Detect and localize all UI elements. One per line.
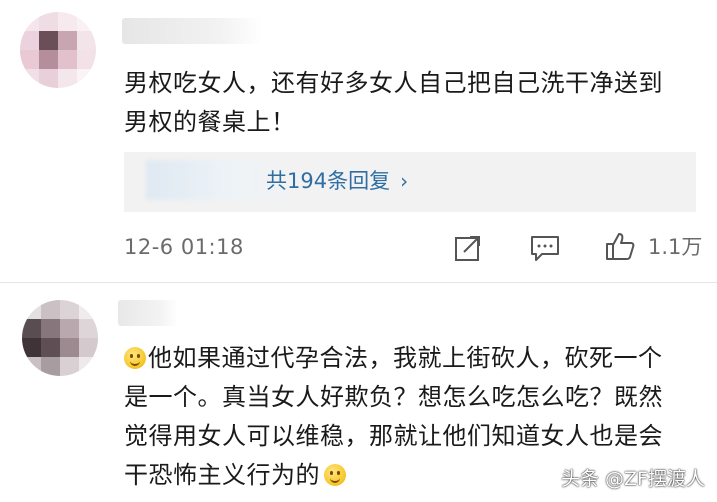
- comment-text: 男权吃女人，还有好多女人自己把自己洗干净送到 男权的餐桌上！: [124, 64, 663, 142]
- comment-timestamp: 12-6 01:18: [124, 235, 244, 259]
- smile-emoji: [124, 347, 146, 369]
- comment-line: 男权吃女人，还有好多女人自己把自己洗干净送到: [124, 69, 663, 97]
- comment-line: 是一个。真当女人好欺负？想怎么吃怎么吃？既然: [124, 383, 663, 411]
- watermark: 头条 @ZF摆渡人: [561, 468, 705, 490]
- reply-count-label: 共194条回复: [266, 169, 391, 193]
- username-redacted: [122, 18, 262, 44]
- like-count: 1.1万: [648, 235, 703, 259]
- divider: [0, 282, 717, 283]
- avatar[interactable]: [20, 12, 96, 88]
- comment-line: 他如果通过代孕合法，我就上街砍人，砍死一个: [124, 339, 663, 378]
- like-icon[interactable]: [604, 230, 636, 262]
- comment-icon[interactable]: [530, 234, 560, 262]
- comment-line: 男权的餐桌上！: [124, 108, 296, 136]
- view-replies-link[interactable]: 共194条回复 ›: [266, 166, 408, 196]
- username-redacted: [118, 300, 178, 326]
- replies-box[interactable]: 共194条回复 ›: [124, 152, 696, 212]
- chevron-right-icon: ›: [400, 169, 409, 193]
- avatar[interactable]: [22, 300, 98, 376]
- share-icon[interactable]: [454, 234, 482, 262]
- smile-emoji: [324, 464, 346, 486]
- comment-line: 觉得用女人可以维稳，那就让他们知道女人也是会: [124, 422, 663, 450]
